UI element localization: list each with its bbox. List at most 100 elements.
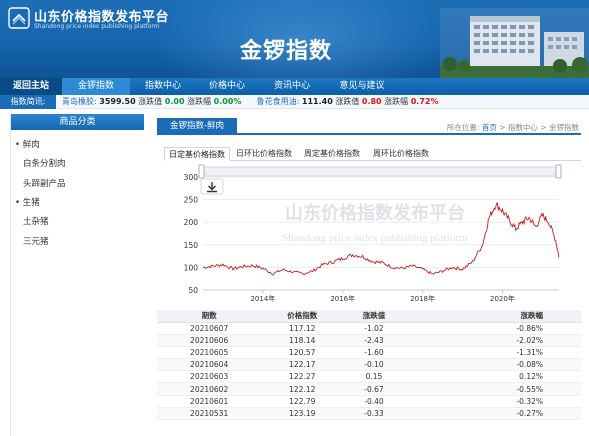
cell-period: 20210604	[157, 358, 262, 372]
cell-change: -0.10	[343, 358, 405, 372]
cell-index: 118.14	[261, 334, 344, 347]
sidebar-item-label: 鲜肉	[22, 140, 40, 150]
bullet-icon: •	[15, 198, 21, 208]
cell-change-pct: -0.08%	[404, 358, 581, 372]
nav-price-center[interactable]: 价格中心	[196, 78, 258, 95]
breadcrumb-separator: >	[499, 123, 506, 132]
cell-index: 122.12	[261, 382, 344, 396]
category-sidebar: 商品分类 • 鲜肉 白条分割肉 头蹄副产品 • 生猪 土杂猪 三元猪	[10, 114, 144, 436]
y-tick-labels: 50 100 150 200 250 300	[184, 173, 199, 295]
table-row: 20210601 122.79 -0.40 -0.32%	[157, 395, 581, 408]
breadcrumb-prefix: 所在位置:	[446, 123, 480, 132]
col-index[interactable]: 价格指数	[261, 310, 344, 323]
cell-change-pct: -1.31%	[404, 346, 581, 360]
y-tick-label: 300	[184, 173, 199, 182]
ticker-item-name[interactable]: 青岛橡胶:	[62, 97, 97, 106]
ticker-item-name[interactable]: 鲁花食用油:	[257, 97, 300, 106]
cell-change: -2.43	[343, 334, 405, 347]
index-ticker: 指数简讯: 青岛橡胶: 3599.50 涨跌值 0.00 涨跌幅 0.00% 鲁…	[0, 95, 589, 109]
x-tick-label: 2016年	[330, 294, 355, 303]
sidebar-item-native-hogs[interactable]: 土杂猪	[23, 215, 49, 227]
ticker-pct-label: 涨跌幅	[187, 97, 212, 106]
cell-change: -1.60	[343, 346, 405, 360]
y-tick-label: 250	[184, 196, 199, 205]
cell-change-pct: 0.12%	[404, 370, 581, 384]
header-banner: 山东价格指数发布平台 Shandong price index publishi…	[0, 0, 589, 78]
cell-index: 122.27	[261, 370, 344, 384]
nav-feedback[interactable]: 意见与建议	[326, 78, 398, 95]
zoom-slider-track[interactable]	[200, 166, 560, 177]
cell-period: 20210601	[157, 395, 262, 408]
breadcrumb: 所在位置: 首页 > 指数中心 > 金锣指数	[447, 122, 579, 133]
sidebar-item-byproducts[interactable]: 头蹄副产品	[23, 177, 66, 189]
ticker-change: 0.00	[164, 97, 185, 106]
cell-change-pct: -0.55%	[404, 382, 581, 396]
y-tick-label: 200	[184, 218, 199, 227]
cell-change: 0.15	[343, 370, 405, 384]
sidebar-item-carcass-cuts[interactable]: 白条分割肉	[23, 157, 66, 169]
sidebar-item-fresh-meat[interactable]: • 鲜肉	[15, 138, 40, 150]
main-tabbar: 金锣指数-鲜肉 所在位置: 首页 > 指数中心 > 金锣指数	[157, 118, 581, 135]
sidebar-item-live-hogs[interactable]: • 生猪	[15, 196, 40, 208]
page-title: 金锣指数	[240, 39, 333, 64]
tab-weekly-fixed-base[interactable]: 周定基价格指数	[300, 147, 364, 161]
cell-period: 20210603	[157, 370, 262, 384]
cell-index: 122.17	[261, 358, 344, 372]
col-change-pct[interactable]: 涨跌幅	[404, 310, 581, 323]
index-type-tabs: 日定基价格指数 日环比价格指数 周定基价格指数 周环比价格指数	[164, 147, 581, 161]
sidebar-item-crossbred-hogs[interactable]: 三元猪	[23, 235, 49, 247]
cell-period: 20210607	[157, 322, 262, 335]
cell-index: 122.79	[261, 395, 344, 408]
sidebar-item-label: 生猪	[22, 198, 40, 208]
x-tick-label: 2020年	[490, 294, 515, 303]
cell-change: -0.40	[343, 395, 405, 408]
col-period[interactable]: 期数	[157, 310, 262, 323]
cell-change: -0.67	[343, 382, 405, 396]
index-table: 期数 价格指数 涨跌值 涨跌幅 20210607 117.12 -1.02 -0.86…	[157, 310, 581, 421]
download-icon[interactable]	[200, 178, 224, 195]
ticker-item-value: 111.40	[301, 97, 333, 106]
breadcrumb-index-center[interactable]: 指数中心	[508, 123, 538, 132]
bullet-icon: •	[15, 140, 21, 150]
tab-fresh-meat-index[interactable]: 金锣指数-鲜肉	[157, 118, 237, 135]
table-row: 20210531 123.19 -0.33 -0.27%	[157, 407, 581, 421]
tab-weekly-chain[interactable]: 周环比价格指数	[369, 147, 433, 161]
x-tick-label: 2014年	[250, 294, 275, 303]
table-row: 20210604 122.17 -0.10 -0.08%	[157, 358, 581, 372]
breadcrumb-home[interactable]: 首页	[482, 123, 497, 132]
watermark-en: Shandong price index publishing platform	[282, 232, 468, 244]
ticker-pct-label: 涨跌幅	[384, 97, 409, 106]
watermark-cn: 山东价格指数发布平台	[285, 202, 465, 224]
cell-index: 117.12	[261, 322, 344, 335]
x-tick-label: 2018年	[410, 294, 435, 303]
tab-daily-fixed-base[interactable]: 日定基价格指数	[164, 147, 230, 161]
cell-change-pct: -0.86%	[404, 322, 581, 335]
cell-period: 20210606	[157, 334, 262, 347]
breadcrumb-separator: >	[540, 123, 547, 132]
col-change[interactable]: 涨跌值	[343, 310, 405, 323]
tab-daily-chain[interactable]: 日环比价格指数	[232, 147, 296, 161]
nav-home[interactable]: 返回主站	[0, 78, 62, 95]
nav-jinluo-index[interactable]: 金锣指数	[62, 78, 130, 95]
ticker-label: 指数简讯:	[0, 95, 56, 109]
ticker-pct: 0.00%	[213, 97, 242, 106]
cell-change-pct: -0.27%	[404, 407, 581, 421]
cell-index: 120.57	[261, 346, 344, 360]
breadcrumb-current: 金锣指数	[549, 123, 579, 132]
sidebar-title: 商品分类	[11, 114, 144, 130]
ticker-change-label: 涨跌值	[335, 97, 360, 106]
y-tick-label: 50	[188, 286, 198, 295]
table-row: 20210602 122.12 -0.67 -0.55%	[157, 382, 581, 396]
cell-change: -0.33	[343, 407, 405, 421]
nav-news-center[interactable]: 资讯中心	[260, 78, 324, 95]
logo-icon	[8, 7, 30, 29]
zoom-handle-right[interactable]	[555, 164, 562, 179]
main-nav: 返回主站 金锣指数 指数中心 价格中心 资讯中心 意见与建议	[0, 78, 589, 95]
table-header-row: 期数 价格指数 涨跌值 涨跌幅	[157, 310, 581, 323]
nav-index-center[interactable]: 指数中心	[132, 78, 194, 95]
ticker-item-value: 3599.50	[99, 97, 136, 106]
zoom-handle-left[interactable]	[198, 164, 205, 179]
cell-period: 20210605	[157, 346, 262, 360]
x-tick-labels: 2014年 2016年 2018年 2020年	[250, 290, 515, 303]
ticker-change-label: 涨跌值	[138, 97, 163, 106]
